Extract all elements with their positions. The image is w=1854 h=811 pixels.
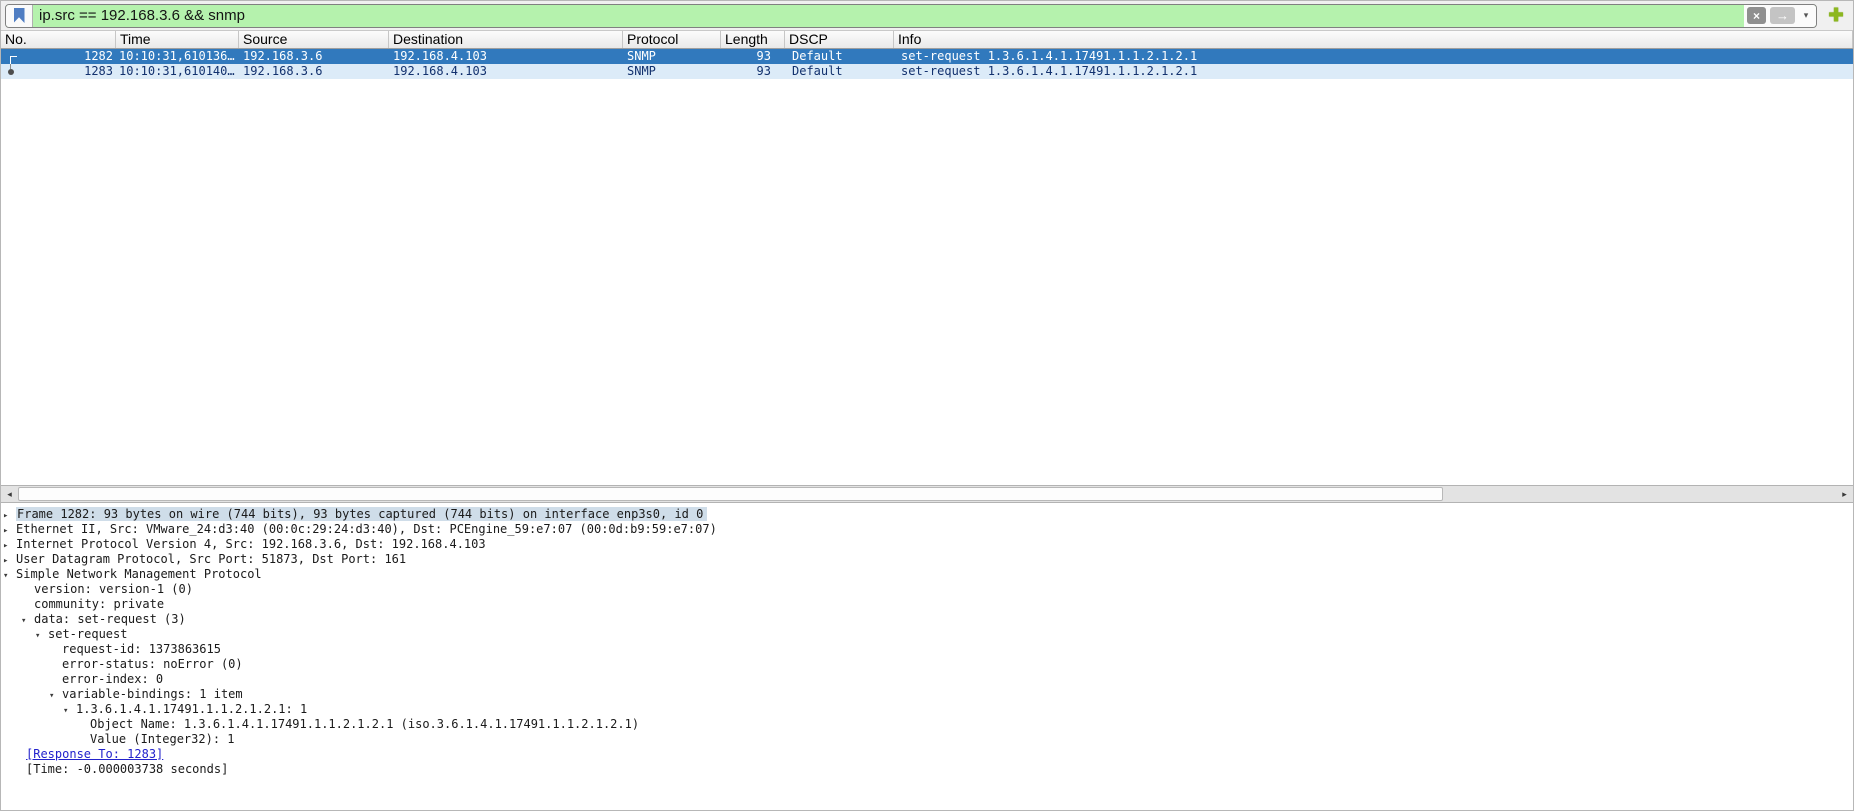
cell-length: 93 — [721, 49, 785, 64]
cell-protocol: SNMP — [623, 49, 721, 64]
scrollbar-thumb[interactable] — [18, 487, 1443, 501]
cell-info: set-request 1.3.6.1.4.1.17491.1.1.2.1.2.… — [894, 49, 1853, 64]
tree-row-label: variable-bindings: 1 item — [62, 687, 243, 701]
tree-row-label: data: set-request (3) — [34, 612, 186, 626]
column-header-length[interactable]: Length — [721, 31, 785, 48]
tree-row-label: [Time: -0.000003738 seconds] — [26, 762, 228, 776]
cell-length: 93 — [721, 64, 785, 79]
tree-row-label: community: private — [34, 597, 164, 611]
cell-source: 192.168.3.6 — [239, 49, 389, 64]
tree-row-label: Value (Integer32): 1 — [90, 732, 235, 746]
cell-no: 1282 — [1, 49, 116, 64]
tree-row-set-request[interactable]: ▾set-request — [1, 627, 1853, 642]
tree-row-label: 1.3.6.1.4.1.17491.1.1.2.1.2.1: 1 — [76, 702, 307, 716]
response-to-link[interactable]: [Response To: 1283] — [26, 747, 163, 761]
cell-destination: 192.168.4.103 — [389, 49, 623, 64]
tree-row-error-index[interactable]: error-index: 0 — [1, 672, 1853, 687]
expander-expanded-icon[interactable]: ▾ — [21, 614, 34, 629]
cell-source: 192.168.3.6 — [239, 64, 389, 79]
expander-expanded-icon[interactable]: ▾ — [35, 629, 48, 644]
display-filter-combobox[interactable]: × → ▾ — [5, 4, 1817, 28]
tree-row-udp[interactable]: ▸User Datagram Protocol, Src Port: 51873… — [1, 552, 1853, 567]
tree-row-value[interactable]: Value (Integer32): 1 — [1, 732, 1853, 747]
apply-filter-icon[interactable]: → — [1770, 7, 1795, 24]
cell-no: 1283 — [1, 64, 116, 79]
scroll-left-arrow-icon[interactable]: ◂ — [1, 486, 18, 502]
column-header-info[interactable]: Info — [894, 31, 1853, 48]
tree-row-label: set-request — [48, 627, 127, 641]
cell-dscp: Default — [785, 64, 894, 79]
display-filter-input[interactable] — [33, 5, 1744, 27]
packet-list-header: No. Time Source Destination Protocol Len… — [1, 31, 1853, 49]
filter-controls: × → ▾ — [1744, 5, 1816, 27]
tree-row-label: error-index: 0 — [62, 672, 163, 686]
tree-row-label: error-status: noError (0) — [62, 657, 243, 671]
column-header-no[interactable]: No. — [1, 31, 116, 48]
tree-row-community[interactable]: community: private — [1, 597, 1853, 612]
tree-row-label: version: version-1 (0) — [34, 582, 193, 596]
conversation-start-marker-icon — [10, 56, 17, 64]
filter-history-caret-icon[interactable]: ▾ — [1799, 10, 1813, 21]
bookmark-icon — [14, 8, 25, 23]
column-header-protocol[interactable]: Protocol — [623, 31, 721, 48]
packet-list-empty-area — [1, 79, 1853, 485]
column-header-destination[interactable]: Destination — [389, 31, 623, 48]
tree-row-ip[interactable]: ▸Internet Protocol Version 4, Src: 192.1… — [1, 537, 1853, 552]
scroll-right-arrow-icon[interactable]: ▸ — [1836, 486, 1853, 502]
expander-expanded-icon[interactable]: ▾ — [49, 689, 62, 704]
tree-row-oid[interactable]: ▾1.3.6.1.4.1.17491.1.1.2.1.2.1: 1 — [1, 702, 1853, 717]
tree-row-snmp[interactable]: ▾Simple Network Management Protocol — [1, 567, 1853, 582]
tree-row-label: Ethernet II, Src: VMware_24:d3:40 (00:0c… — [16, 522, 717, 536]
tree-row-label: User Datagram Protocol, Src Port: 51873,… — [16, 552, 406, 566]
tree-row-request-id[interactable]: request-id: 1373863615 — [1, 642, 1853, 657]
tree-row-label: Object Name: 1.3.6.1.4.1.17491.1.1.2.1.2… — [90, 717, 639, 731]
tree-row-error-status[interactable]: error-status: noError (0) — [1, 657, 1853, 672]
tree-row-frame[interactable]: ▸Frame 1282: 93 bytes on wire (744 bits)… — [1, 507, 1853, 522]
tree-row-data[interactable]: ▾data: set-request (3) — [1, 612, 1853, 627]
clear-filter-icon[interactable]: × — [1747, 7, 1766, 24]
filter-toolbar: × → ▾ ✚ — [1, 1, 1853, 31]
filter-bookmark-button[interactable] — [6, 5, 33, 27]
wireshark-window: × → ▾ ✚ No. Time Source Destination Prot… — [0, 0, 1854, 811]
horizontal-scrollbar[interactable]: ◂ ▸ — [1, 485, 1853, 503]
tree-row-version[interactable]: version: version-1 (0) — [1, 582, 1853, 597]
tree-row-label: Frame 1282: 93 bytes on wire (744 bits),… — [16, 507, 707, 521]
cell-destination: 192.168.4.103 — [389, 64, 623, 79]
tree-row-response-to-link[interactable]: [Response To: 1283] — [1, 747, 1853, 762]
cell-protocol: SNMP — [623, 64, 721, 79]
add-filter-button-icon[interactable]: ✚ — [1825, 5, 1847, 26]
cell-time: 10:10:31,610136… — [116, 49, 239, 64]
tree-row-object-name[interactable]: Object Name: 1.3.6.1.4.1.17491.1.1.2.1.2… — [1, 717, 1853, 732]
packet-row-1282[interactable]: 1282 10:10:31,610136… 192.168.3.6 192.16… — [1, 49, 1853, 64]
column-header-source[interactable]: Source — [239, 31, 389, 48]
tree-row-label: request-id: 1373863615 — [62, 642, 221, 656]
conversation-packet-dot-icon — [8, 69, 14, 75]
tree-row-variable-bindings[interactable]: ▾variable-bindings: 1 item — [1, 687, 1853, 702]
expander-expanded-icon[interactable]: ▾ — [63, 704, 76, 719]
tree-row-label: Internet Protocol Version 4, Src: 192.16… — [16, 537, 486, 551]
packet-row-1283[interactable]: 1283 10:10:31,610140… 192.168.3.6 192.16… — [1, 64, 1853, 79]
column-header-dscp[interactable]: DSCP — [785, 31, 894, 48]
tree-row-time-delta[interactable]: [Time: -0.000003738 seconds] — [1, 762, 1853, 777]
tree-row-label: Simple Network Management Protocol — [16, 567, 262, 581]
cell-info: set-request 1.3.6.1.4.1.17491.1.1.2.1.2.… — [894, 64, 1853, 79]
cell-time: 10:10:31,610140… — [116, 64, 239, 79]
expander-expanded-icon[interactable]: ▾ — [3, 569, 16, 584]
column-header-time[interactable]: Time — [116, 31, 239, 48]
tree-row-ethernet[interactable]: ▸Ethernet II, Src: VMware_24:d3:40 (00:0… — [1, 522, 1853, 537]
packet-details-pane: ▸Frame 1282: 93 bytes on wire (744 bits)… — [1, 503, 1853, 810]
cell-dscp: Default — [785, 49, 894, 64]
